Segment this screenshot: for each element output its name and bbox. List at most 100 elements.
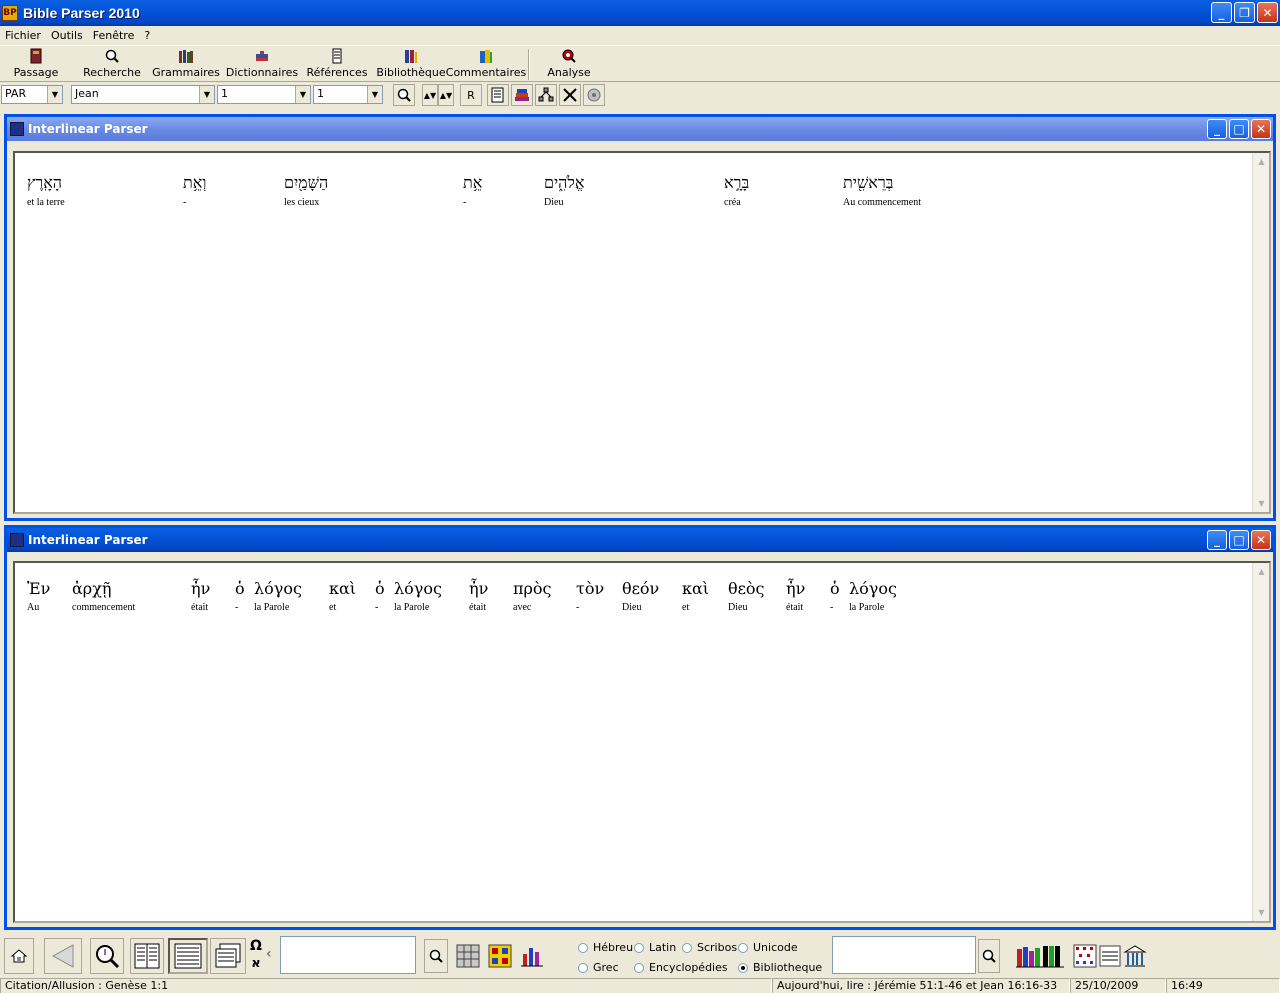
bibliotheque-button[interactable]: Bibliothèque (376, 48, 446, 82)
chevron-down-icon[interactable]: ▼ (367, 86, 382, 103)
word-hebrew[interactable]: הַשָּׁמַ֖יִם les cieux (284, 173, 328, 208)
menu-fenetre[interactable]: Fenêtre (88, 29, 140, 42)
word-greek[interactable]: θεὸς Dieu (728, 579, 765, 613)
layout-rows-button[interactable] (168, 938, 208, 974)
hebrew-text-button[interactable] (1098, 938, 1122, 974)
prev-verse-button[interactable]: ▲▼ (422, 84, 438, 106)
app-title-bar[interactable]: BP Bible Parser 2010 _ ❐ ✕ (0, 0, 1280, 26)
passage-button[interactable]: Passage (8, 48, 64, 82)
word-greek[interactable]: θεόν Dieu (622, 579, 659, 613)
chevron-down-icon[interactable]: ▼ (295, 86, 310, 103)
maximize-button[interactable]: □ (1229, 530, 1249, 550)
commentaires-button[interactable]: Commentaires (446, 48, 526, 82)
word-greek[interactable]: Ἐν Au (27, 579, 50, 613)
word-hebrew[interactable]: אֱלֹהִ֑ים Dieu (544, 173, 584, 208)
tools-button[interactable] (559, 84, 581, 106)
word-hebrew[interactable]: הָאָֽרֶץ et la terre (27, 173, 65, 208)
grammaires-button[interactable]: Grammaires (152, 48, 220, 82)
version-select[interactable]: PAR ▼ (1, 85, 63, 104)
zoom-button[interactable] (90, 938, 124, 974)
minimize-button[interactable]: _ (1211, 2, 1232, 23)
word-greek[interactable]: λόγος la Parole (394, 579, 442, 613)
word-greek[interactable]: ὁ- (375, 579, 385, 613)
menu-help[interactable]: ? (139, 29, 155, 42)
references-button[interactable]: Références (306, 48, 368, 82)
analyse-button[interactable]: Analyse (540, 48, 598, 82)
word-hebrew[interactable]: אֵ֥ת - (463, 173, 482, 208)
word-greek[interactable]: ὁ- (235, 579, 245, 613)
verse-select[interactable]: 1 ▼ (313, 85, 383, 104)
scroll-down-icon[interactable]: ▼ (1254, 496, 1269, 511)
close-button[interactable]: ✕ (1257, 2, 1278, 23)
vertical-scrollbar[interactable]: ▲ ▼ (1252, 563, 1269, 921)
text-view-button[interactable] (487, 84, 509, 106)
recherche-button[interactable]: Recherche (82, 48, 142, 82)
maximize-button[interactable]: □ (1229, 119, 1249, 139)
grid-button[interactable] (454, 938, 482, 974)
omega-button[interactable]: Ω (249, 938, 263, 956)
word-greek[interactable]: πρὸς avec (513, 579, 552, 613)
quick-search-input[interactable] (280, 936, 416, 974)
word-greek[interactable]: ἀρχῇ commencement (72, 579, 135, 613)
word-greek[interactable]: καὶ et (682, 579, 709, 613)
radio-encyclopedies[interactable]: Encyclopédies (634, 961, 728, 974)
library-search-button[interactable] (978, 939, 1000, 973)
menu-fichier[interactable]: Fichier (0, 29, 46, 42)
child-title-bar[interactable]: Interlinear Parser _ □ ✕ (7, 528, 1273, 552)
go-search-button[interactable] (393, 84, 415, 106)
scroll-up-icon[interactable]: ▲ (1254, 564, 1269, 579)
minimize-button[interactable]: _ (1207, 119, 1227, 139)
word-greek[interactable]: ὁ- (830, 579, 840, 613)
close-button[interactable]: ✕ (1251, 119, 1271, 139)
chapter-select[interactable]: 1 ▼ (217, 85, 311, 104)
temple-button[interactable] (1122, 938, 1148, 974)
word-greek[interactable]: λόγος la Parole (254, 579, 302, 613)
chevron-down-icon[interactable]: ▼ (47, 86, 62, 103)
radio-hebreu[interactable]: Hébreu (578, 941, 633, 954)
child-title-bar[interactable]: Interlinear Parser _ □ ✕ (7, 117, 1273, 141)
tree-view-button[interactable] (535, 84, 557, 106)
word-greek[interactable]: τὸν - (576, 579, 604, 613)
statistics-button[interactable] (518, 938, 546, 974)
minimize-button[interactable]: _ (1207, 530, 1227, 550)
hebrew-text-pane[interactable]: הָאָֽרֶץ et la terre וְאֵ֥ת - הַשָּׁמַ֖יִם… (13, 151, 1271, 514)
layout-cascade-button[interactable] (210, 938, 246, 974)
word-hebrew[interactable]: בְּרֵאשִׁ֖ית Au commencement (843, 173, 921, 208)
home-button[interactable] (4, 938, 34, 974)
next-verse-button[interactable]: ▲▼ (438, 84, 454, 106)
chevron-down-icon[interactable]: ▼ (199, 86, 214, 103)
chevron-left-icon[interactable]: ‹ (266, 946, 278, 962)
back-button[interactable] (44, 938, 82, 974)
word-greek[interactable]: καὶ et (329, 579, 356, 613)
radio-scribos[interactable]: Scribos (682, 941, 737, 954)
book-select[interactable]: Jean ▼ (71, 85, 215, 104)
concordance-button[interactable] (486, 938, 514, 974)
word-greek[interactable]: ἦν était (469, 579, 488, 613)
scroll-down-icon[interactable]: ▼ (1254, 905, 1269, 920)
scroll-up-icon[interactable]: ▲ (1254, 154, 1269, 169)
audio-button[interactable] (583, 84, 605, 106)
library-search-input[interactable] (832, 936, 976, 974)
radio-unicode[interactable]: Unicode (738, 941, 798, 954)
radio-latin[interactable]: Latin (634, 941, 676, 954)
r-button[interactable]: R (460, 84, 482, 106)
lexicon-button[interactable] (1072, 938, 1098, 974)
quick-search-button[interactable] (424, 939, 448, 973)
word-hebrew[interactable]: וְאֵ֥ת - (183, 173, 206, 208)
dictionnaires-button[interactable]: Dictionnaires (226, 48, 298, 82)
books-stack-button[interactable] (511, 84, 533, 106)
word-greek[interactable]: ἦν était (191, 579, 210, 613)
greek-text-pane[interactable]: Ἐν Au ἀρχῇ commencement ἦν était ὁ- λόγος la… (13, 561, 1271, 923)
vertical-scrollbar[interactable]: ▲ ▼ (1252, 153, 1269, 512)
word-greek[interactable]: λόγος la Parole (849, 579, 897, 613)
radio-grec[interactable]: Grec (578, 961, 619, 974)
restore-button[interactable]: ❐ (1234, 2, 1255, 23)
bookshelf-button[interactable] (1014, 938, 1066, 974)
close-button[interactable]: ✕ (1251, 530, 1271, 550)
word-hebrew[interactable]: בָּרָ֣א créa (724, 173, 749, 208)
word-greek[interactable]: ἦν était (786, 579, 805, 613)
radio-bibliotheque[interactable]: Bibliotheque (738, 961, 822, 974)
layout-columns-button[interactable] (130, 938, 164, 974)
menu-outils[interactable]: Outils (46, 29, 88, 42)
aleph-button[interactable]: א (249, 956, 263, 974)
